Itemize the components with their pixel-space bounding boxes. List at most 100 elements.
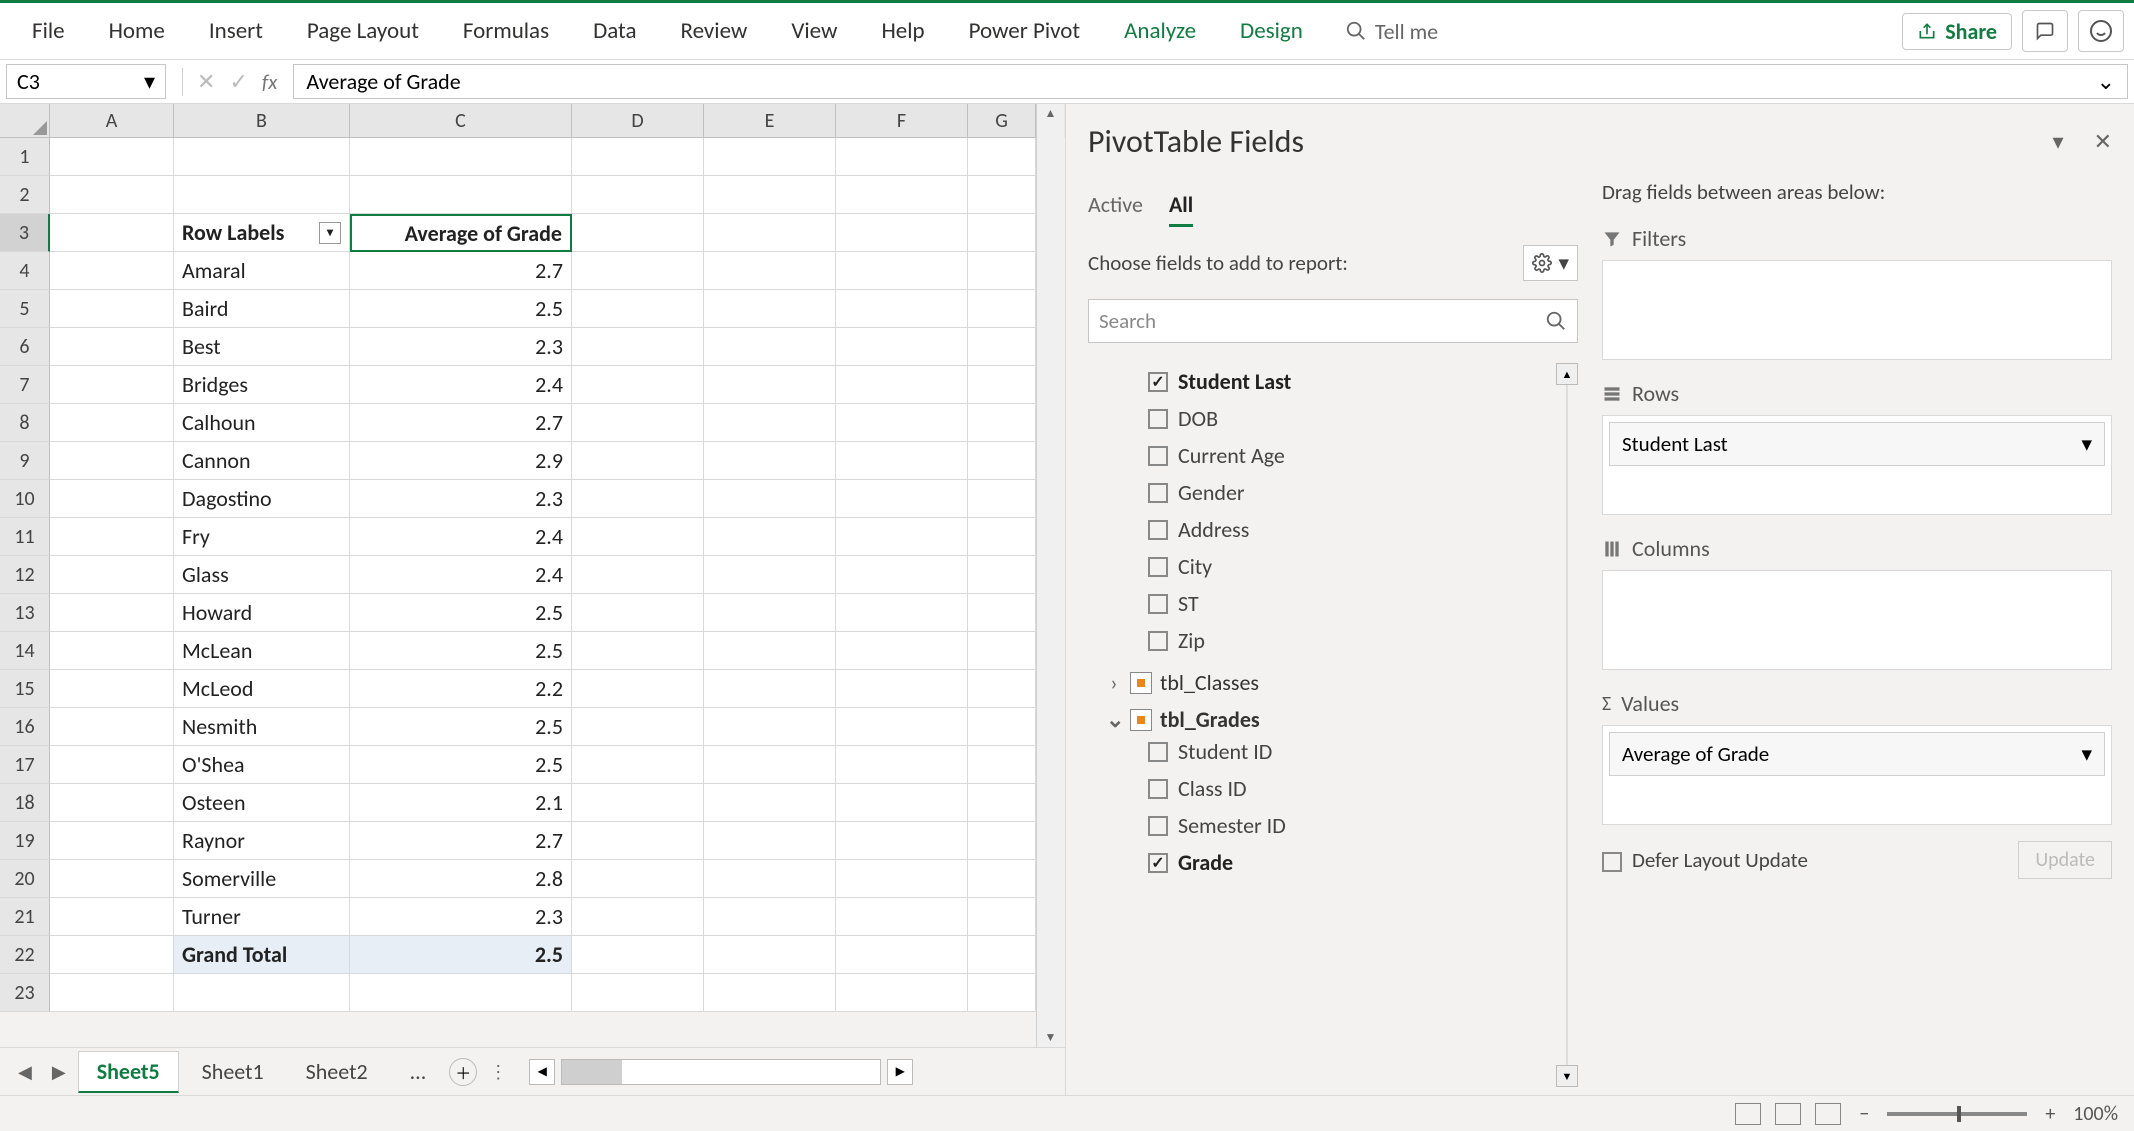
row-header[interactable]: 3 [0,214,50,252]
cell[interactable] [50,556,174,594]
col-header-c[interactable]: C [350,104,572,138]
cell[interactable]: 2.7 [350,252,572,290]
sheet-tab-sheet2[interactable]: Sheet2 [287,1051,387,1092]
row-header[interactable]: 13 [0,594,50,632]
filters-dropzone[interactable] [1602,260,2112,360]
checkbox-icon[interactable] [1148,483,1168,503]
normal-view-icon[interactable] [1735,1103,1761,1125]
sheet-tab-more[interactable]: ... [391,1051,446,1092]
cell[interactable] [350,974,572,1012]
cell[interactable] [968,556,1036,594]
cell[interactable]: Glass [174,556,350,594]
cell[interactable] [174,974,350,1012]
cell[interactable] [50,708,174,746]
cell[interactable] [704,860,836,898]
cell[interactable] [836,822,968,860]
tab-analyze[interactable]: Analyze [1102,17,1218,45]
cell[interactable]: Baird [174,290,350,328]
row-header[interactable]: 14 [0,632,50,670]
update-button[interactable]: Update [2018,841,2112,879]
share-button[interactable]: Share [1902,13,2012,50]
cell[interactable]: 2.5 [350,708,572,746]
cell[interactable] [50,860,174,898]
cell[interactable]: Grand Total [174,936,350,974]
cell[interactable] [836,670,968,708]
cell[interactable] [704,480,836,518]
comments-button[interactable] [2022,10,2068,52]
field-item[interactable]: City [1088,548,1554,585]
cell[interactable] [836,632,968,670]
col-header-g[interactable]: G [968,104,1036,138]
cell[interactable]: 2.3 [350,898,572,936]
cell[interactable] [704,366,836,404]
row-header[interactable]: 1 [0,138,50,176]
cell[interactable]: 2.5 [350,632,572,670]
col-header-b[interactable]: B [174,104,350,138]
row-header[interactable]: 11 [0,518,50,556]
checkbox-icon[interactable] [1148,409,1168,429]
row-header[interactable]: 18 [0,784,50,822]
cell[interactable]: Row Labels▾ [174,214,350,252]
vertical-scrollbar-track[interactable]: ▼ [1036,138,1064,1047]
cell[interactable] [968,974,1036,1012]
cell[interactable]: 2.7 [350,822,572,860]
cell[interactable] [704,518,836,556]
horizontal-scrollbar[interactable]: ◀ ▶ [529,1059,1055,1085]
row-header[interactable]: 2 [0,176,50,214]
cell[interactable]: Nesmith [174,708,350,746]
cell[interactable] [836,252,968,290]
cell[interactable] [572,442,704,480]
tab-home[interactable]: Home [87,17,187,45]
cell[interactable] [836,138,968,176]
checkbox-icon[interactable] [1148,372,1168,392]
cell[interactable] [704,632,836,670]
name-box[interactable]: C3 ▾ [6,64,166,99]
cell[interactable] [968,328,1036,366]
cell[interactable] [704,822,836,860]
tab-file[interactable]: File [10,17,87,45]
tab-data[interactable]: Data [571,17,658,45]
checkbox-icon[interactable] [1148,742,1168,762]
cell[interactable] [836,746,968,784]
cell[interactable] [968,898,1036,936]
cell[interactable] [968,708,1036,746]
cell[interactable] [50,898,174,936]
field-item[interactable]: Class ID [1088,770,1554,807]
cell[interactable]: 2.3 [350,480,572,518]
field-item[interactable]: Semester ID [1088,807,1554,844]
row-header[interactable]: 12 [0,556,50,594]
cell[interactable]: 2.9 [350,442,572,480]
cell[interactable] [572,594,704,632]
cell[interactable] [50,138,174,176]
cell[interactable] [836,860,968,898]
cell[interactable] [968,670,1036,708]
cell[interactable] [968,442,1036,480]
cell[interactable] [968,252,1036,290]
cell[interactable] [572,898,704,936]
cell[interactable] [572,518,704,556]
cell[interactable]: Amaral [174,252,350,290]
col-header-e[interactable]: E [704,104,836,138]
cell[interactable] [704,936,836,974]
cell[interactable] [836,936,968,974]
cell[interactable] [704,252,836,290]
tab-formulas[interactable]: Formulas [441,17,571,45]
cell[interactable]: Cannon [174,442,350,480]
cell[interactable] [572,328,704,366]
cell[interactable] [836,784,968,822]
cell[interactable] [50,936,174,974]
checkbox-icon[interactable] [1148,557,1168,577]
fields-search[interactable]: Search [1088,299,1578,343]
close-icon[interactable]: ✕ [2094,128,2112,155]
field-item[interactable]: Zip [1088,622,1554,659]
col-header-f[interactable]: F [836,104,968,138]
col-header-d[interactable]: D [572,104,704,138]
cell[interactable] [350,138,572,176]
cell[interactable] [572,784,704,822]
cell[interactable] [704,176,836,214]
cell[interactable] [836,974,968,1012]
row-header[interactable]: 4 [0,252,50,290]
scroll-down-icon[interactable]: ▼ [1556,1065,1578,1087]
cell[interactable] [704,594,836,632]
cell[interactable]: Average of Grade [350,214,572,252]
